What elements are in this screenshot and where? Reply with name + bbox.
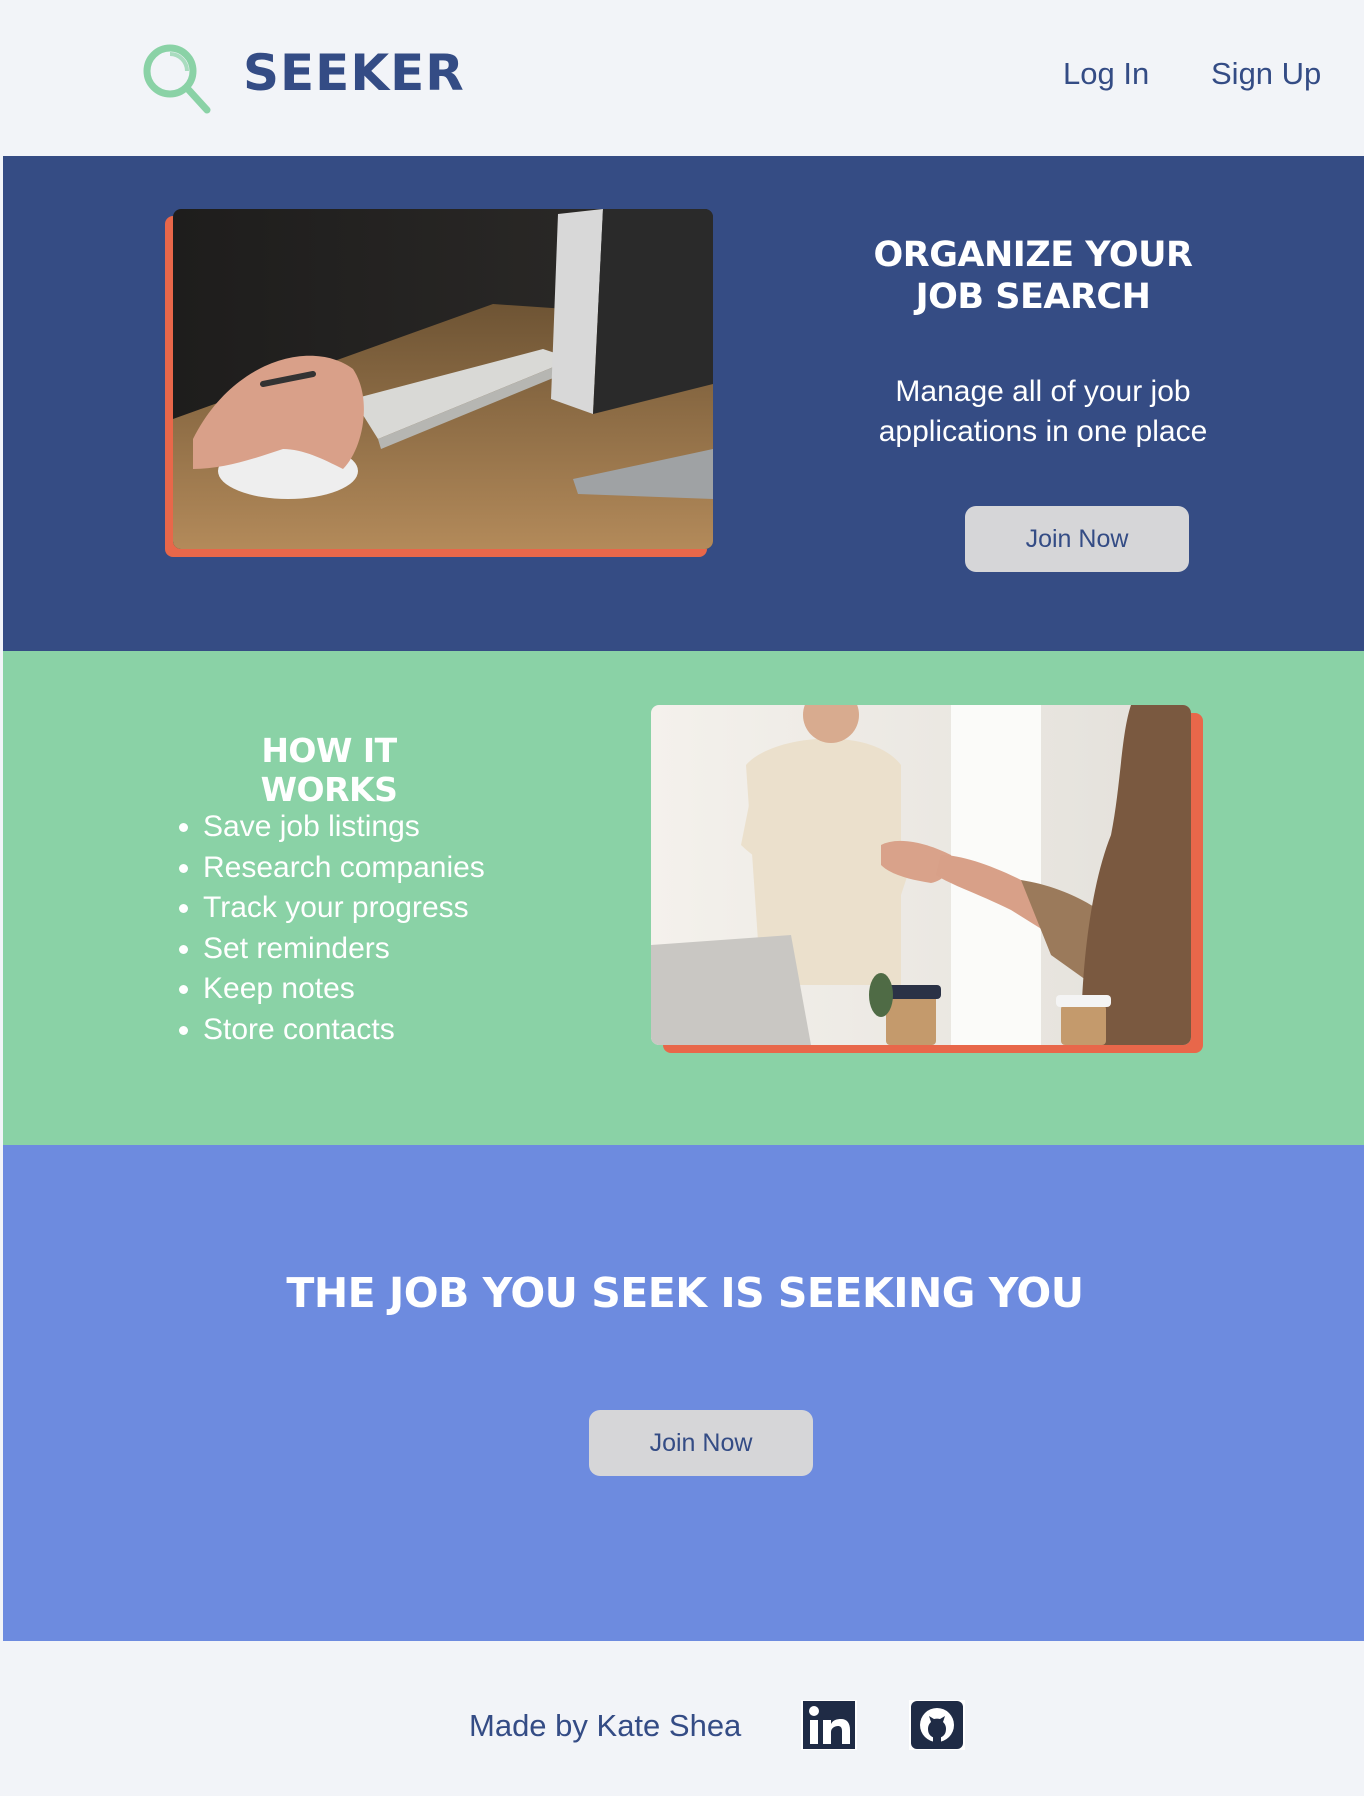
site-footer: Made by Kate Shea <box>3 1641 1364 1796</box>
linkedin-icon <box>803 1701 855 1749</box>
page: SEEKER Log In Sign Up ORGANIZE YOUR JOB … <box>3 0 1364 1796</box>
site-logo[interactable]: SEEKER <box>243 44 465 102</box>
github-icon <box>911 1701 963 1749</box>
feature-item: Research companies <box>203 848 485 889</box>
linkedin-link[interactable] <box>801 1700 857 1750</box>
github-link[interactable] <box>909 1700 965 1750</box>
hero-title-line: ORGANIZE YOUR <box>873 235 1193 275</box>
hero-section: ORGANIZE YOUR JOB SEARCH Manage all of y… <box>3 156 1364 651</box>
how-it-works-section: HOW IT WORKS Save job listings Research … <box>3 651 1364 1145</box>
signup-link[interactable]: Sign Up <box>1211 56 1321 92</box>
hero-subtitle: Manage all of your job applications in o… <box>873 372 1213 452</box>
cta-title: THE JOB YOU SEEK IS SEEKING YOU <box>286 1269 1084 1317</box>
how-it-works-title: HOW IT WORKS <box>260 731 398 809</box>
cta-section: THE JOB YOU SEEK IS SEEKING YOU Join Now <box>3 1145 1364 1641</box>
handshake-photo <box>651 705 1191 1045</box>
feature-item: Save job listings <box>203 807 485 848</box>
hero-title-line: JOB SEARCH <box>915 277 1151 317</box>
magnifier-logo-icon <box>143 44 211 114</box>
feature-item: Store contacts <box>203 1010 485 1051</box>
hero-title: ORGANIZE YOUR JOB SEARCH <box>843 234 1223 318</box>
hero-subtitle-line: Manage all of your job <box>895 375 1191 408</box>
login-link[interactable]: Log In <box>1063 56 1149 92</box>
cta-join-now-button[interactable]: Join Now <box>589 1410 813 1476</box>
feature-list: Save job listings Research companies Tra… <box>153 807 485 1050</box>
hero-join-now-button[interactable]: Join Now <box>965 506 1189 572</box>
site-header: SEEKER Log In Sign Up <box>3 0 1364 156</box>
desk-mouse-photo <box>173 209 713 549</box>
hero-subtitle-line: applications in one place <box>878 415 1208 448</box>
feature-item: Keep notes <box>203 969 485 1010</box>
feature-item: Set reminders <box>203 929 485 970</box>
footer-credit: Made by Kate Shea <box>469 1708 742 1743</box>
feature-item: Track your progress <box>203 888 485 929</box>
